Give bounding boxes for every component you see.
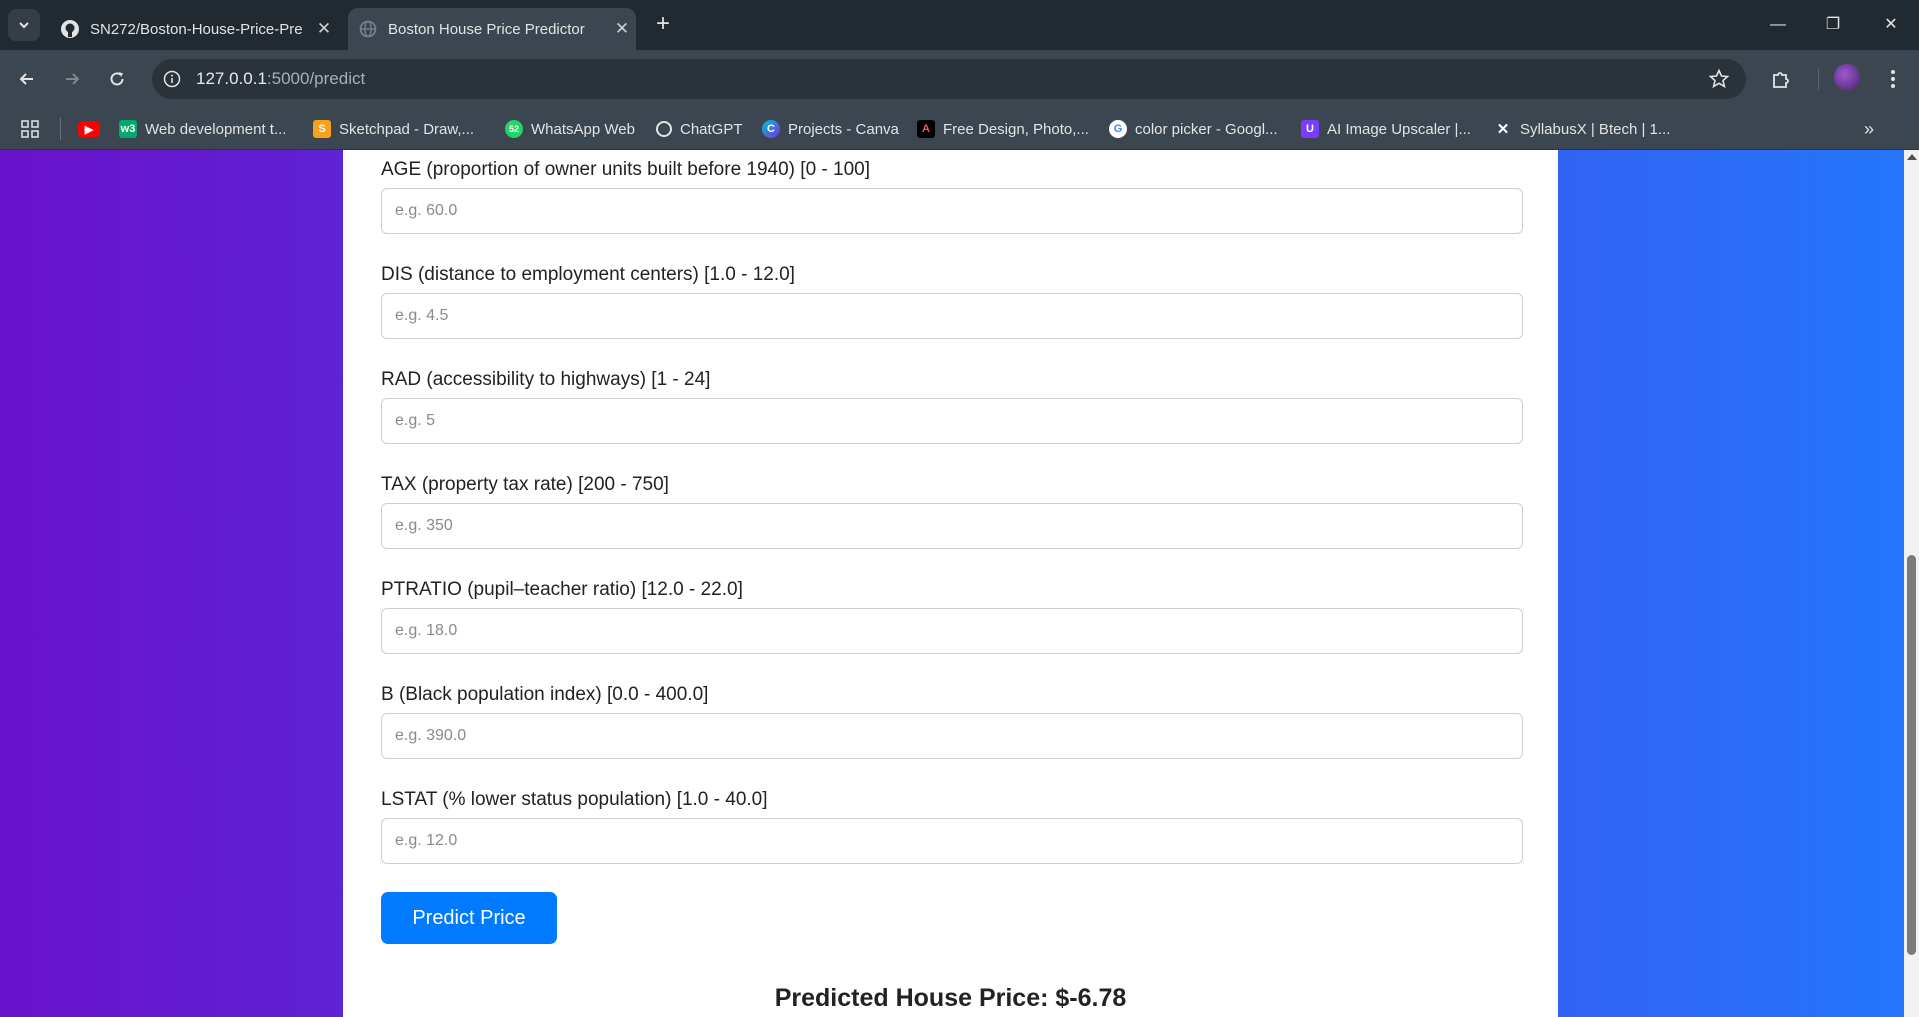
bookmark-label: Free Design, Photo,...	[943, 120, 1089, 138]
bookmark-label: Web development t...	[145, 120, 287, 138]
back-button[interactable]	[11, 63, 43, 95]
bookmark-whatsapp[interactable]: 52 WhatsApp Web	[505, 118, 635, 140]
predict-price-button[interactable]: Predict Price	[381, 892, 557, 944]
prediction-result: Predicted House Price: $-6.78	[774, 984, 1127, 1012]
profile-avatar[interactable]	[1834, 64, 1860, 90]
tab-search-button[interactable]	[8, 9, 40, 41]
close-window-icon[interactable]: ✕	[1876, 10, 1906, 40]
bookmark-canva[interactable]: C Projects - Canva	[762, 118, 899, 140]
b-label: B (Black population index) [0.0 - 400.0]	[381, 684, 709, 705]
w3schools-icon: w3	[119, 120, 137, 138]
ptratio-label: PTRATIO (pupil–teacher ratio) [12.0 - 22…	[381, 579, 743, 600]
b-input[interactable]	[381, 713, 1523, 759]
more-vertical-icon	[1891, 70, 1895, 88]
dis-label: DIS (distance to employment centers) [1.…	[381, 264, 795, 285]
bookmark-label: color picker - Googl...	[1135, 120, 1278, 138]
restore-icon[interactable]: ❐	[1818, 10, 1848, 40]
apps-button[interactable]	[21, 118, 39, 140]
site-info-icon[interactable]	[162, 69, 182, 89]
x-icon: ✕	[1494, 120, 1512, 138]
globe-icon	[358, 19, 378, 39]
page-scrollbar[interactable]	[1904, 150, 1919, 1017]
bookmark-google[interactable]: G color picker - Googl...	[1109, 118, 1278, 140]
bookmark-adobe-express[interactable]: A Free Design, Photo,...	[917, 118, 1089, 140]
bookmark-upscaler[interactable]: U AI Image Upscaler |...	[1301, 118, 1471, 140]
tax-label: TAX (property tax rate) [200 - 750]	[381, 474, 669, 495]
lstat-label: LSTAT (% lower status population) [1.0 -…	[381, 789, 768, 810]
age-input[interactable]	[381, 188, 1523, 234]
address-bar[interactable]: 127.0.0.1:5000/predict	[152, 59, 1746, 99]
bookmark-label: WhatsApp Web	[531, 120, 635, 138]
github-icon	[60, 19, 80, 39]
tab-close-icon[interactable]: ✕	[608, 19, 636, 39]
bookmark-youtube[interactable]: ▶	[78, 118, 108, 140]
puzzle-icon	[1773, 72, 1789, 88]
address-toolbar: 127.0.0.1:5000/predict	[0, 50, 1919, 108]
minimize-icon[interactable]: —	[1763, 10, 1793, 40]
reload-icon	[110, 72, 124, 86]
tab-strip: SN272/Boston-House-Price-Pre ✕ Boston Ho…	[0, 0, 1919, 50]
bookmark-chatgpt[interactable]: ChatGPT	[656, 118, 743, 140]
tab-active[interactable]: Boston House Price Predictor ✕	[348, 8, 636, 50]
ptratio-input[interactable]	[381, 608, 1523, 654]
bookmarks-separator	[60, 118, 61, 140]
forward-button[interactable]	[56, 63, 88, 95]
tab-github[interactable]: SN272/Boston-House-Price-Pre ✕	[50, 8, 338, 50]
canva-icon: C	[762, 120, 780, 138]
browser-menu-button[interactable]	[1878, 64, 1908, 94]
extensions-button[interactable]	[1766, 64, 1796, 94]
tab-close-icon[interactable]: ✕	[310, 19, 338, 39]
bookmark-label: AI Image Upscaler |...	[1327, 120, 1471, 138]
lstat-input[interactable]	[381, 818, 1523, 864]
youtube-icon: ▶	[78, 121, 100, 137]
dis-input[interactable]	[381, 293, 1523, 339]
bookmark-label: Sketchpad - Draw,...	[339, 120, 475, 138]
rad-label: RAD (accessibility to highways) [1 - 24]	[381, 369, 711, 390]
bookmarks-bar: ▶ w3 Web development t... S Sketchpad - …	[0, 108, 1919, 150]
bookmarks-overflow-button[interactable]: »	[1864, 118, 1874, 140]
bookmark-label: Projects - Canva	[788, 120, 899, 138]
url-path: :5000/predict	[266, 69, 366, 88]
bookmark-label: SyllabusX | Btech | 1...	[1520, 120, 1671, 138]
new-tab-button[interactable]: +	[650, 11, 676, 37]
age-label: AGE (proportion of owner units built bef…	[381, 159, 870, 180]
arrow-right-icon	[66, 73, 80, 85]
bookmark-w3schools[interactable]: w3 Web development t...	[119, 118, 286, 140]
arrow-left-icon	[19, 73, 33, 85]
double-chevron-right-icon: »	[1864, 118, 1875, 139]
sketchpad-icon: S	[313, 120, 331, 138]
bookmark-label: ChatGPT	[680, 120, 743, 138]
chevron-down-icon	[19, 22, 29, 29]
upscaler-icon: U	[1301, 120, 1319, 138]
form-card: AGE (proportion of owner units built bef…	[343, 150, 1558, 1017]
apps-grid-icon	[21, 120, 39, 138]
google-icon: G	[1109, 120, 1127, 138]
page-viewport: AGE (proportion of owner units built bef…	[0, 150, 1904, 1017]
reload-button[interactable]	[101, 63, 133, 95]
tax-input[interactable]	[381, 503, 1523, 549]
rad-input[interactable]	[381, 398, 1523, 444]
toolbar-divider	[1818, 68, 1819, 90]
chatgpt-icon	[656, 121, 672, 137]
url-text: 127.0.0.1:5000/predict	[196, 69, 365, 89]
scroll-up-arrow-icon[interactable]	[1907, 154, 1917, 160]
tab-title: Boston House Price Predictor	[388, 20, 585, 38]
url-host: 127.0.0.1	[196, 69, 267, 88]
tab-title: SN272/Boston-House-Price-Pre	[90, 20, 303, 38]
bookmark-syllabusx[interactable]: ✕ SyllabusX | Btech | 1...	[1494, 118, 1670, 140]
bookmark-star-icon[interactable]	[1708, 68, 1730, 90]
adobe-express-icon: A	[917, 120, 935, 138]
whatsapp-icon: 52	[505, 120, 523, 138]
bookmark-sketchpad[interactable]: S Sketchpad - Draw,...	[313, 118, 474, 140]
scrollbar-thumb[interactable]	[1907, 555, 1916, 955]
